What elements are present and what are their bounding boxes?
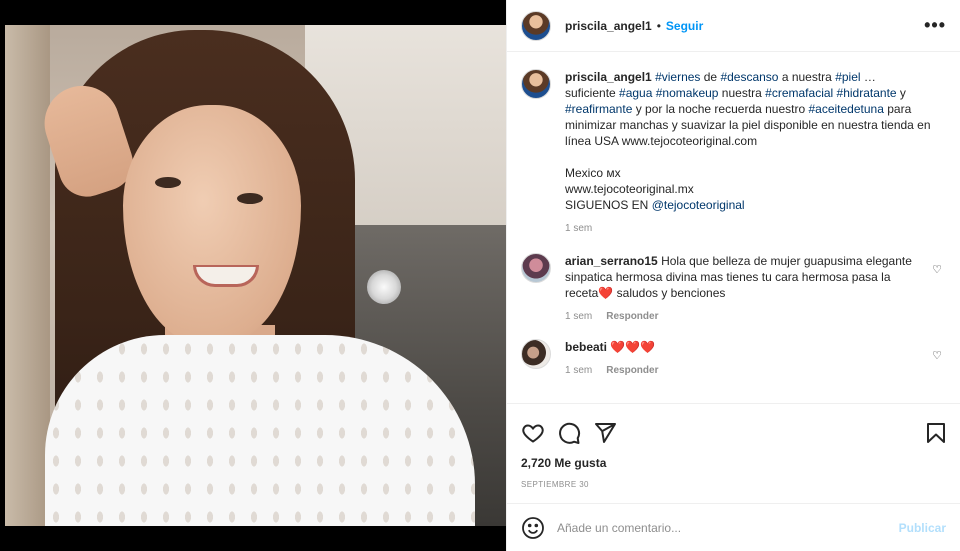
- photo-lace: [45, 335, 475, 526]
- commenter-username[interactable]: bebeati: [565, 340, 607, 354]
- caption-text: y: [896, 86, 906, 100]
- caption-line-siguenos: SIGUENOS EN: [565, 198, 652, 212]
- hashtag-aceitedetuna[interactable]: #aceitedetuna: [808, 102, 883, 116]
- caption-text: nuestra: [718, 86, 766, 100]
- action-icons: [507, 404, 960, 450]
- hashtag-hidratante[interactable]: #hidratante: [837, 86, 897, 100]
- publish-button[interactable]: Publicar: [899, 521, 946, 535]
- commenter-username[interactable]: arian_serrano15: [565, 254, 658, 268]
- author-username[interactable]: priscila_angel1: [565, 19, 652, 33]
- comment-emoji: ❤️❤️❤️: [610, 340, 656, 354]
- comment-item: arian_serrano15 Hola que belleza de muje…: [521, 253, 946, 325]
- post-modal: priscila_angel1 • Seguir ••• priscila_an…: [0, 0, 960, 551]
- hashtag-nomakeup[interactable]: #nomakeup: [656, 86, 719, 100]
- photo-light: [367, 270, 401, 304]
- likes-count[interactable]: 2,720 Me gusta: [507, 450, 960, 470]
- post-date[interactable]: SEPTIEMBRE 30: [507, 470, 960, 489]
- comment-emoji: ❤️: [598, 286, 614, 300]
- heart-icon[interactable]: [521, 421, 545, 445]
- caption-line-url: www.tejocoteoriginal.mx: [565, 182, 694, 196]
- comment-text-after: saludos y benciones: [613, 286, 726, 300]
- hashtag-piel[interactable]: #piel: [835, 70, 860, 84]
- author-avatar[interactable]: [521, 10, 551, 41]
- caption-text: y por la noche recuerda nuestro: [632, 102, 809, 116]
- comment-body: bebeati ❤️❤️❤️ 1 sem Responder: [565, 339, 925, 379]
- commenter-avatar[interactable]: [521, 253, 551, 283]
- caption: priscila_angel1 #viernes de #descanso a …: [521, 69, 946, 237]
- photo-eye-left: [155, 177, 181, 188]
- hashtag-cremafacial[interactable]: #cremafacial: [765, 86, 833, 100]
- caption-line-mexico: Mexico ᴍx: [565, 166, 621, 180]
- reply-button[interactable]: Responder: [606, 363, 658, 379]
- caption-text: de: [700, 70, 721, 84]
- post-media: [0, 0, 506, 551]
- separator-dot: •: [656, 18, 661, 33]
- post-actions: 2,720 Me gusta SEPTIEMBRE 30 Publicar: [507, 403, 960, 551]
- comment-icon[interactable]: [557, 421, 581, 445]
- commenter-avatar[interactable]: [521, 339, 551, 369]
- caption-text: …: [860, 70, 876, 84]
- reply-button[interactable]: Responder: [606, 309, 658, 325]
- hashtag-viernes[interactable]: #viernes: [655, 70, 700, 84]
- emoji-icon[interactable]: [521, 516, 545, 540]
- more-options-icon[interactable]: •••: [924, 15, 946, 36]
- caption-text: suficiente: [565, 86, 620, 100]
- post-photo[interactable]: [5, 25, 506, 526]
- photo-eye-right: [237, 193, 263, 204]
- share-icon[interactable]: [593, 421, 617, 445]
- comment-input[interactable]: [557, 520, 867, 535]
- caption-author-avatar[interactable]: [521, 69, 551, 99]
- hashtag-descanso[interactable]: #descanso: [720, 70, 778, 84]
- follow-button[interactable]: Seguir: [666, 19, 703, 33]
- post-header: priscila_angel1 • Seguir •••: [507, 0, 960, 52]
- hashtag-reafirmante[interactable]: #reafirmante: [565, 102, 632, 116]
- photo-wall: [5, 25, 50, 526]
- mention-link[interactable]: @tejocoteoriginal: [652, 198, 745, 212]
- hashtag-agua[interactable]: #agua: [619, 86, 652, 100]
- comment-time[interactable]: 1 sem: [565, 363, 592, 379]
- bookmark-icon[interactable]: [924, 421, 948, 445]
- add-comment-bar: Publicar: [507, 503, 960, 551]
- comment-item: bebeati ❤️❤️❤️ 1 sem Responder ♡: [521, 339, 946, 379]
- caption-author[interactable]: priscila_angel1: [565, 70, 652, 84]
- comment-body: arian_serrano15 Hola que belleza de muje…: [565, 253, 925, 325]
- comment-meta: 1 sem Responder: [565, 363, 925, 379]
- comment-like-heart-icon[interactable]: ♡: [932, 349, 942, 362]
- comments-list[interactable]: priscila_angel1 #viernes de #descanso a …: [507, 53, 960, 403]
- comment-like-heart-icon[interactable]: ♡: [932, 263, 942, 276]
- caption-time[interactable]: 1 sem: [565, 221, 592, 237]
- comment-time[interactable]: 1 sem: [565, 309, 592, 325]
- post-sidebar: priscila_angel1 • Seguir ••• priscila_an…: [506, 0, 960, 551]
- caption-text: a nuestra: [778, 70, 836, 84]
- caption-body: priscila_angel1 #viernes de #descanso a …: [565, 69, 937, 237]
- caption-meta: 1 sem: [565, 221, 937, 237]
- comment-meta: 1 sem Responder: [565, 309, 925, 325]
